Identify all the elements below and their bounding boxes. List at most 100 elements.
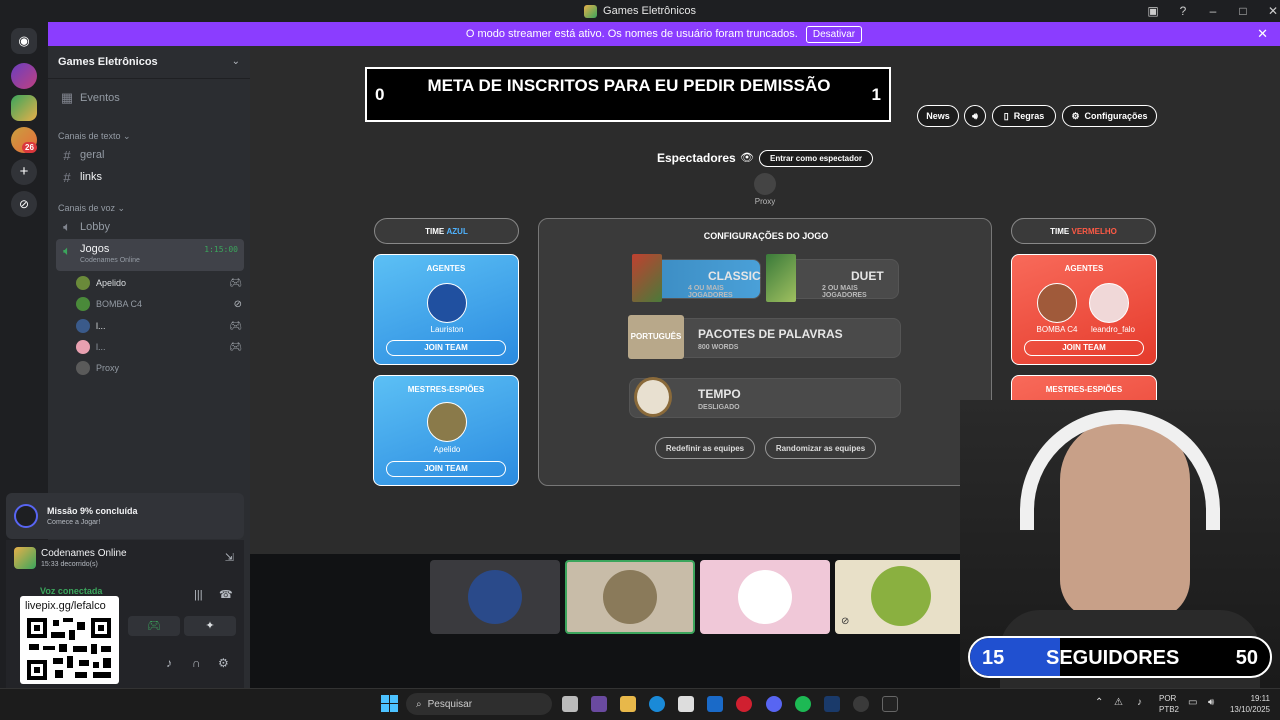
voice-user[interactable]: Proxy bbox=[76, 358, 246, 378]
activity-button[interactable]: 🎮︎ bbox=[128, 616, 180, 636]
player-name: BOMBA C4 bbox=[1036, 325, 1078, 334]
chevron-down-icon[interactable]: ⌄ bbox=[232, 56, 240, 67]
edge-icon[interactable] bbox=[649, 696, 665, 712]
outlook-icon[interactable] bbox=[707, 696, 723, 712]
disable-button[interactable]: Desativar bbox=[805, 25, 863, 43]
server-icon bbox=[584, 4, 598, 18]
video-tile[interactable] bbox=[700, 560, 830, 634]
tray-overflow-icon[interactable]: ⌃ bbox=[1095, 697, 1103, 708]
close-banner-icon[interactable]: ✕ bbox=[1257, 26, 1268, 42]
voice-user[interactable]: l... 🎮︎ bbox=[76, 316, 246, 336]
store-icon[interactable] bbox=[678, 696, 694, 712]
word-packs-option[interactable]: PORTUGUÊS PACOTES DE PALAVRAS 800 WORDS bbox=[628, 315, 901, 359]
blue-team-header: TIME AZUL bbox=[374, 218, 519, 244]
soundboard-button[interactable]: ✦ bbox=[184, 616, 236, 636]
soundboard-icon[interactable]: ||| bbox=[194, 589, 203, 601]
settings-gear-icon[interactable]: ⚙ bbox=[218, 656, 229, 670]
clock-date[interactable]: 13/10/2025 bbox=[1222, 705, 1270, 714]
classic-mode-option[interactable]: CLASSIC 4 OU MAIS JOGADORES bbox=[632, 254, 761, 302]
video-tile[interactable] bbox=[430, 560, 560, 634]
settings-button[interactable]: ⚙ Configurações bbox=[1062, 105, 1157, 127]
file-explorer-icon[interactable] bbox=[620, 696, 636, 712]
voice-user[interactable]: Apelido 🎮︎ bbox=[76, 273, 246, 293]
headphones-icon[interactable]: ∩ bbox=[192, 656, 201, 670]
followers-goal: 50 bbox=[1235, 647, 1258, 669]
qr-url: livepix.gg/lefalco bbox=[25, 600, 106, 612]
disconnect-icon[interactable]: ☎ bbox=[219, 588, 233, 601]
lang-1[interactable]: POR bbox=[1159, 694, 1176, 703]
server-icon[interactable] bbox=[11, 63, 37, 89]
notification-badge: 26 bbox=[22, 142, 37, 153]
help-icon[interactable]: ? bbox=[1168, 4, 1198, 18]
close-icon[interactable]: ✕ bbox=[1258, 4, 1280, 18]
opera-icon[interactable] bbox=[736, 696, 752, 712]
lang-2[interactable]: PTB2 bbox=[1159, 705, 1179, 714]
speaker-icon: 🔈︎ bbox=[63, 219, 71, 234]
discover-icon[interactable]: ⊘ bbox=[11, 191, 37, 217]
activity-panel[interactable]: Codenames Online 15:33 decorrido(s) ⇲ bbox=[6, 540, 244, 576]
epic-games-icon[interactable] bbox=[882, 696, 898, 712]
taskview-icon[interactable] bbox=[562, 696, 578, 712]
obs-icon[interactable] bbox=[853, 696, 869, 712]
server-icon[interactable] bbox=[11, 95, 37, 121]
rules-button[interactable]: ▯ Regras bbox=[992, 105, 1056, 127]
gamepad-icon: 🎮︎ bbox=[229, 320, 242, 332]
randomize-teams-button[interactable]: Randomizar as equipes bbox=[765, 437, 876, 459]
microphone-tray-icon[interactable]: ♪ bbox=[1137, 697, 1142, 708]
voice-user[interactable]: BOMBA C4 ⊘ bbox=[76, 294, 246, 314]
voice-channel-jogos[interactable]: 🔈︎ Jogos 1:15:00 Codenames Online bbox=[56, 239, 244, 271]
display-icon[interactable]: ▭ bbox=[1188, 697, 1197, 708]
microphone-icon[interactable]: ♪ bbox=[166, 656, 172, 670]
steam-icon[interactable] bbox=[824, 696, 840, 712]
timer-option[interactable]: TEMPO DESLIGADO bbox=[629, 377, 901, 418]
card-title: AGENTES bbox=[426, 264, 466, 273]
news-button[interactable]: News bbox=[917, 105, 959, 127]
inbox-icon[interactable]: ▣ bbox=[1138, 4, 1168, 18]
volume-icon[interactable]: 🔊︎ bbox=[1208, 697, 1214, 708]
video-tile-speaking[interactable] bbox=[565, 560, 695, 634]
taskbar bbox=[0, 688, 1280, 720]
window-titlebar: Games Eletrônicos bbox=[0, 0, 1280, 22]
channel-geral[interactable]: # geral bbox=[56, 145, 244, 165]
add-server-icon[interactable]: + bbox=[11, 159, 37, 185]
minimize-icon[interactable]: – bbox=[1198, 4, 1228, 18]
activity-name: Codenames Online bbox=[41, 548, 127, 559]
windows-start-icon[interactable] bbox=[381, 695, 398, 712]
card-title: MESTRES-ESPIÕES bbox=[407, 385, 485, 394]
channel-links[interactable]: # links bbox=[56, 167, 244, 187]
pack-card: PORTUGUÊS bbox=[628, 315, 684, 359]
voice-user[interactable]: l... 🎮︎ bbox=[76, 337, 246, 357]
spotify-icon[interactable] bbox=[795, 696, 811, 712]
text-category[interactable]: Canais de texto ⌄ bbox=[58, 131, 131, 142]
search-icon: ⌕ bbox=[416, 698, 422, 710]
voice-category[interactable]: Canais de voz ⌄ bbox=[58, 203, 125, 214]
player-avatar bbox=[1089, 283, 1129, 323]
join-team-button[interactable]: JOIN TEAM bbox=[1024, 340, 1144, 356]
leave-activity-icon[interactable]: ⇲ bbox=[225, 551, 234, 564]
join-spectator-button[interactable]: Entrar como espectador bbox=[759, 150, 873, 167]
sound-icon[interactable]: 🔊︎ bbox=[964, 105, 986, 127]
maximize-icon[interactable]: □ bbox=[1228, 4, 1258, 18]
server-name[interactable]: Games Eletrônicos bbox=[58, 56, 158, 68]
streamer-mode-banner: O modo streamer está ativo. Os nomes de … bbox=[48, 22, 1280, 46]
clock-time[interactable]: 19:11 bbox=[1226, 694, 1270, 703]
taskbar-search[interactable]: ⌕ Pesquisar bbox=[406, 693, 552, 715]
join-team-button[interactable]: JOIN TEAM bbox=[386, 340, 506, 356]
config-title: CONFIGURAÇÕES DO JOGO bbox=[703, 231, 829, 241]
duet-mode-option[interactable]: DUET 2 OU MAIS JOGADORES bbox=[766, 254, 899, 302]
app-icon[interactable] bbox=[591, 696, 607, 712]
discord-home-icon[interactable]: ◉ bbox=[11, 28, 37, 54]
events-item[interactable]: ▦ Eventos bbox=[56, 88, 244, 108]
avatar bbox=[76, 340, 90, 354]
voice-channel-lobby[interactable]: 🔈︎ Lobby bbox=[56, 217, 244, 237]
reset-teams-button[interactable]: Redefinir as equipes bbox=[655, 437, 755, 459]
muted-icon: ⊘ bbox=[841, 616, 850, 627]
network-icon[interactable]: ⚠ bbox=[1114, 697, 1123, 708]
join-team-button[interactable]: JOIN TEAM bbox=[386, 461, 506, 477]
activity-elapsed: 15:33 decorrido(s) bbox=[41, 561, 98, 568]
mission-panel[interactable]: Missão 9% concluída Comece a Jogar! bbox=[6, 493, 244, 539]
video-tile[interactable]: ⊘ bbox=[835, 560, 965, 634]
voice-status-text: Voz conectada bbox=[40, 586, 103, 596]
hash-icon: # bbox=[63, 169, 71, 185]
discord-icon[interactable] bbox=[766, 696, 782, 712]
